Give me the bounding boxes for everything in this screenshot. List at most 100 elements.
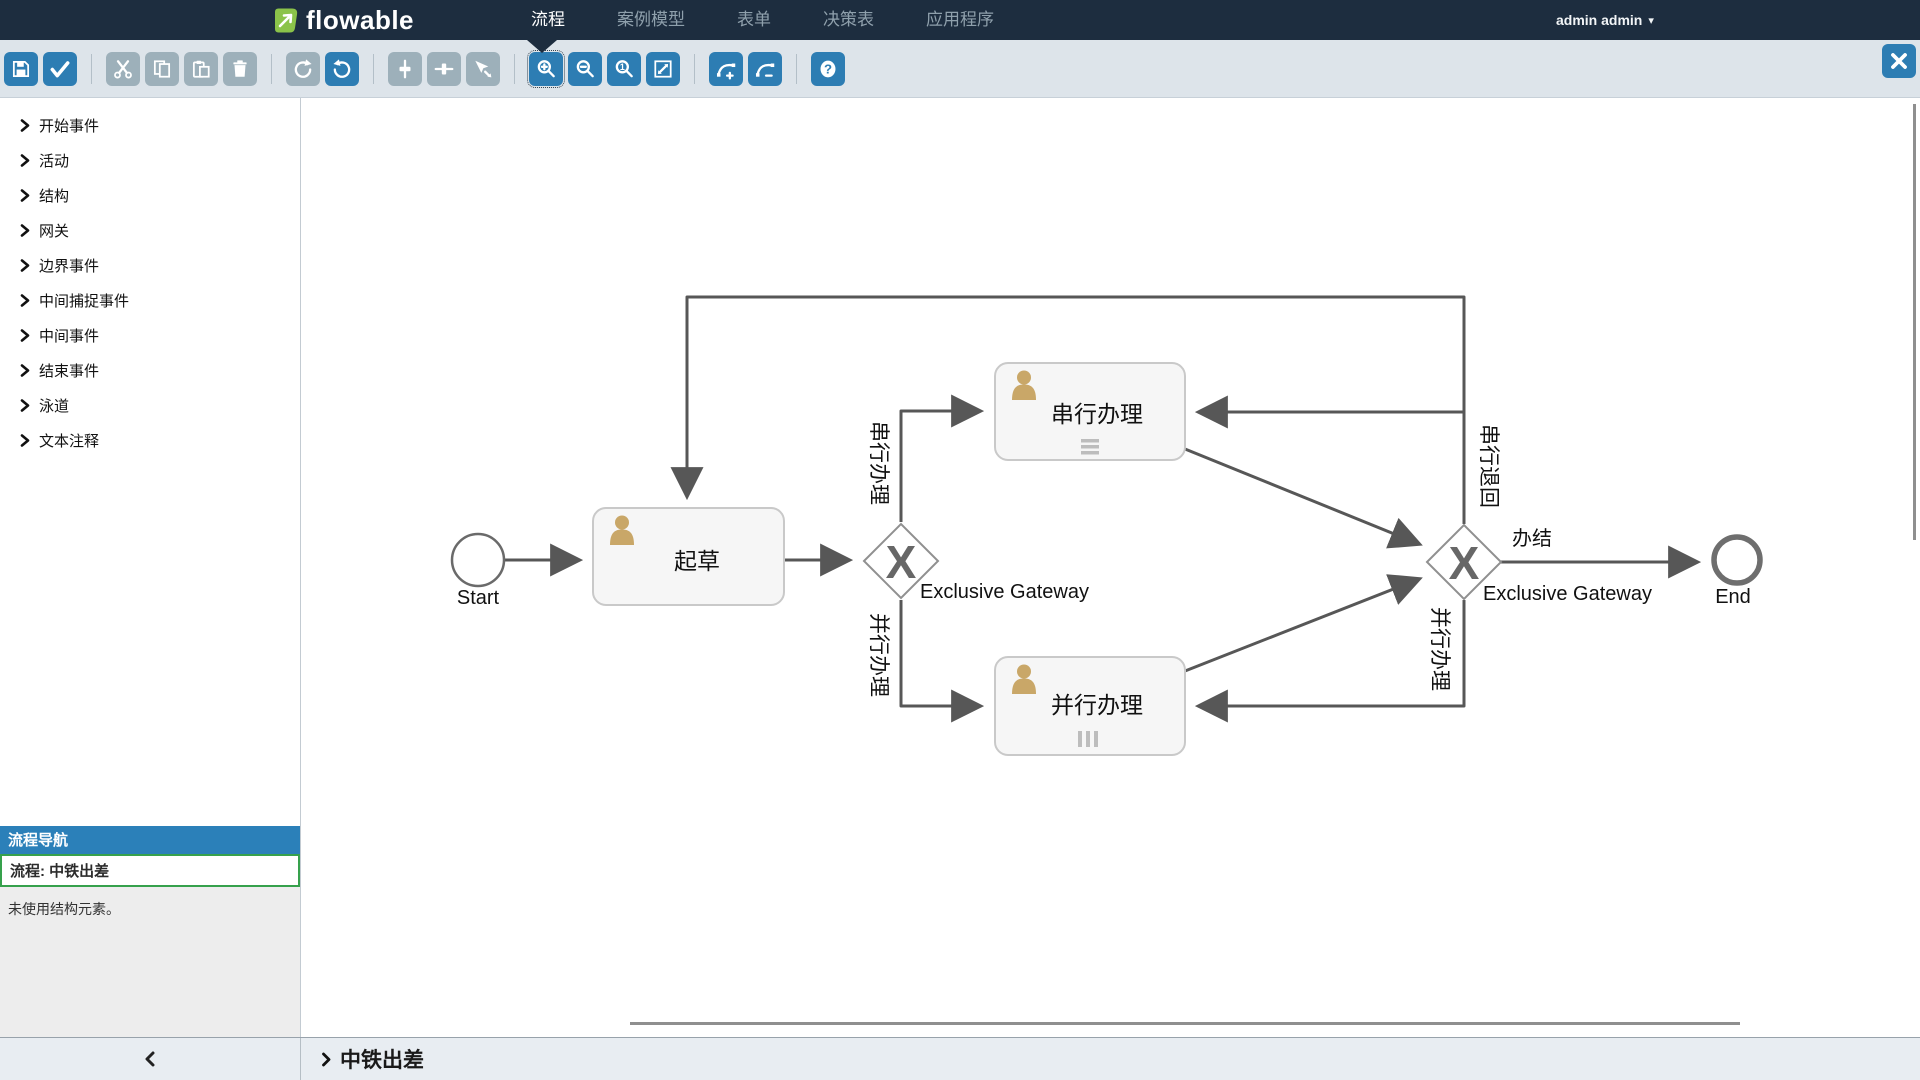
add-bendpoint-button[interactable] [709,52,743,86]
flow-label-parallel-return: 并行办理 [1428,607,1451,691]
palette-group-label: 活动 [39,150,69,171]
zoom-in-button[interactable] [529,52,563,86]
palette-group-3[interactable]: 网关 [0,213,300,248]
cut-button[interactable] [106,52,140,86]
remove-bendpoint-button[interactable] [748,52,782,86]
flow-gateway1-to-parallel[interactable] [901,600,980,706]
flow-gateway1-to-serial[interactable] [901,411,980,522]
user-task-draft-label: 起草 [674,548,720,574]
flow-serial-to-gateway2[interactable] [1185,449,1419,544]
redo-icon [292,58,314,80]
cut-icon [112,58,134,80]
sequence-flows[interactable] [504,297,1697,706]
redo-button[interactable] [286,52,320,86]
chevron-right-icon [20,154,30,167]
copy-icon [151,58,173,80]
user-task-serial[interactable]: 串行办理 [995,363,1185,460]
save-button[interactable] [4,52,38,86]
palette-group-label: 结束事件 [39,360,99,381]
undo-button[interactable] [325,52,359,86]
zoom-fit-button[interactable] [646,52,680,86]
align-horizontal-button[interactable] [427,52,461,86]
alignh-icon [433,58,455,80]
palette-group-6[interactable]: 中间事件 [0,318,300,353]
palette-group-7[interactable]: 结束事件 [0,353,300,388]
toolbar-separator [694,54,695,84]
close-icon [1888,50,1910,72]
caret-down-icon: ▾ [1648,14,1654,27]
vertical-scrollbar[interactable] [1913,104,1916,540]
bottom-bar: 中铁出差 [0,1037,1920,1080]
zoomin-icon [535,58,557,80]
nav-tab-decision[interactable]: 决策表 [797,0,900,40]
alignv-icon [394,58,416,80]
gateway1-x-icon: X [886,536,917,588]
flow-label-finish: 办结 [1512,527,1552,550]
user-task-parallel-label: 并行办理 [1051,692,1143,718]
palette-group-1[interactable]: 活动 [0,143,300,178]
copy-button[interactable] [145,52,179,86]
breadcrumb: 中铁出差 [301,1038,1920,1080]
paste-button[interactable] [184,52,218,86]
user-menu[interactable]: admin admin ▾ [1556,0,1654,40]
chevron-right-icon [20,434,30,447]
collapse-sidebar-button[interactable] [0,1038,301,1080]
navigator-empty-text: 未使用结构元素。 [0,887,300,1037]
palette-sidebar: 开始事件活动结构网关边界事件中间捕捉事件中间事件结束事件泳道文本注释 流程导航 … [0,98,301,1037]
end-event-label: End [1715,586,1751,608]
help-button[interactable]: ? [811,52,845,86]
palette-group-4[interactable]: 边界事件 [0,248,300,283]
user-task-parallel[interactable]: 并行办理 [995,657,1185,755]
start-event[interactable]: Start [452,534,504,609]
sequential-multi-instance-icon [1081,439,1099,455]
palette-group-8[interactable]: 泳道 [0,388,300,423]
chevron-right-icon [20,119,30,132]
palette-group-label: 边界事件 [39,255,99,276]
palette-group-5[interactable]: 中间捕捉事件 [0,283,300,318]
end-event[interactable]: End [1714,537,1760,608]
chevron-right-icon [20,189,30,202]
same-size-button[interactable] [466,52,500,86]
help-icon: ? [817,58,839,80]
zoom-out-button[interactable] [568,52,602,86]
chevron-right-icon [20,294,30,307]
trash-icon [229,58,251,80]
flow-label-serial-return: 串行退回 [1477,424,1500,508]
palette-group-label: 网关 [39,220,69,241]
exclusive-gateway-1[interactable]: X Exclusive Gateway [864,524,1089,603]
chevron-right-icon [20,259,30,272]
start-event-label: Start [457,587,500,609]
toolbar-separator [796,54,797,84]
palette-group-2[interactable]: 结构 [0,178,300,213]
nav-tab-case[interactable]: 案例模型 [591,0,711,40]
navigator-current-process[interactable]: 流程: 中铁出差 [0,854,300,887]
user-task-draft[interactable]: 起草 [593,508,784,605]
process-title[interactable]: 中铁出差 [340,1044,424,1074]
flowable-logo-icon [272,7,299,34]
flowable-logo[interactable]: flowable [272,0,414,40]
nav-tab-process[interactable]: 流程 [505,0,591,40]
palette-group-0[interactable]: 开始事件 [0,108,300,143]
paste-icon [190,58,212,80]
chevron-right-icon [20,399,30,412]
palette-group-9[interactable]: 文本注释 [0,423,300,458]
toolbar-separator [514,54,515,84]
flow-gateway2-return-parallel[interactable] [1199,600,1464,706]
nav-tab-app[interactable]: 应用程序 [900,0,1020,40]
zoom-actual-button[interactable]: 1 [607,52,641,86]
flow-parallel-to-gateway2[interactable] [1185,579,1419,671]
validate-button[interactable] [43,52,77,86]
delete-button[interactable] [223,52,257,86]
align-vertical-button[interactable] [388,52,422,86]
user-task-serial-label: 串行办理 [1051,401,1143,427]
chevron-right-icon [20,329,30,342]
active-tab-caret [527,40,557,53]
palette-group-label: 中间捕捉事件 [39,290,129,311]
nav-tab-form[interactable]: 表单 [711,0,797,40]
user-name: admin admin [1556,12,1642,28]
undo-icon [331,58,353,80]
horizontal-scrollbar[interactable] [630,1022,1740,1025]
close-editor-button[interactable] [1882,44,1916,78]
zoomfit-icon [652,58,674,80]
bendadd-icon [715,58,737,80]
